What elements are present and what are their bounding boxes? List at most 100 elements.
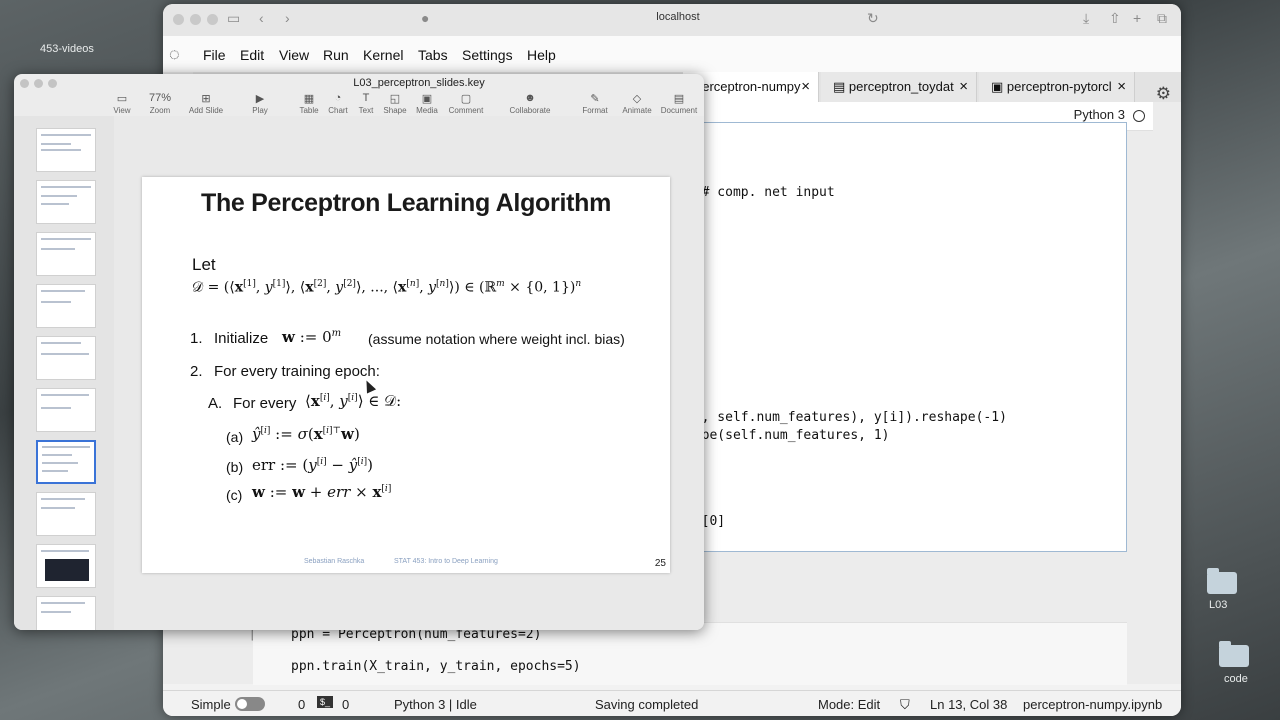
slide-thumbnail[interactable] [36,388,96,432]
notebook-icon: ▤ [833,79,849,94]
zoom-window-button[interactable] [207,14,218,25]
slide-thumbnail[interactable] [36,492,96,536]
tool-label: Comment [448,106,484,115]
browser-toolbar: ▭ ‹ › ● localhost ↻ ⤓ ⇧ + ⧉ [163,4,1181,37]
reload-icon[interactable]: ↻ [867,10,879,27]
init-formula: w := 0m [282,328,342,346]
step1-note: (assume notation where weight incl. bias… [368,331,625,347]
tab-label: perceptron_toydat [848,79,954,94]
dataset-formula: 𝒟 = (⟨x[1], y[1]⟩, ⟨x[2], y[2]⟩, ..., ⟨x… [192,279,582,296]
forward-icon[interactable]: › [285,10,290,26]
kernel-status[interactable]: Python 3 | Idle [394,697,477,712]
tab-perceptron-pytorch[interactable]: ▣ perceptron-pytorcl × [979,72,1135,102]
share-icon[interactable]: ⇧ [1109,10,1121,27]
plus-icon: ⊞ [201,93,211,105]
slide-navigator [14,116,115,630]
slide-page-number: 25 [654,558,666,569]
url-bar[interactable]: localhost [633,11,723,23]
tool-label: Collaborate [509,106,551,115]
slide-thumbnail[interactable] [36,284,96,328]
folder-icon[interactable] [1207,568,1237,594]
slide-thumbnail[interactable] [36,180,96,224]
toolbar-add-slide[interactable]: ⊞ Add Slide [176,92,236,115]
back-icon[interactable]: ‹ [259,10,264,26]
code-line[interactable]: ppn.train(X_train, y_train, epochs=5) [291,659,581,674]
new-tab-icon[interactable]: + [1133,10,1141,26]
step2-text: For every training epoch: [214,363,380,380]
slide-thumbnail[interactable] [36,336,96,380]
sub-b-label: (b) [226,459,244,475]
notebook-icon: ▣ [991,79,1007,94]
collaborate-icon: ☻ [524,92,536,104]
menu-run[interactable]: Run [323,47,349,63]
slide-thumbnail-selected[interactable] [36,440,96,484]
kernels-count: 0 [342,697,350,712]
close-icon[interactable]: × [801,72,810,102]
terminal-icon[interactable]: $_ [317,696,334,708]
stepA-formula: ⟨x[i], y[i]⟩ ∈ 𝒟: [305,392,402,410]
folder-label-l03: L03 [1209,599,1228,611]
download-icon[interactable]: ⤓ [1083,10,1089,27]
sidebar-icon[interactable]: ▭ [227,10,240,27]
jupyter-logo-icon: ◌ [169,44,180,64]
menu-kernel[interactable]: Kernel [363,47,403,63]
menu-edit[interactable]: Edit [240,47,264,63]
keynote-window: L03_perceptron_slides.key ▭ View 77% Zoom … [14,74,704,630]
tool-label: Add Slide [188,106,224,115]
tool-label: Animate [622,106,652,115]
comment-icon: ▢ [460,93,472,105]
close-window-button[interactable] [173,14,184,25]
slide-thumbnail[interactable] [36,128,96,172]
status-bar: Simple 0 $_ 0 Python 3 | Idle Saving com… [163,690,1181,716]
tab-perceptron-toydata[interactable]: ▤ perceptron_toydat × [821,72,977,102]
menu-settings[interactable]: Settings [462,47,513,63]
stepA-text: For every [233,395,297,412]
jupyter-menubar: ◌ File Edit View Run Kernel Tabs Setting… [163,36,1181,72]
tool-label: Format [582,106,608,115]
stepA-number: A. [208,395,223,412]
code-line[interactable]: hape(self.num_features, 1) [686,428,890,443]
menu-file[interactable]: File [203,47,226,63]
slide-thumbnail[interactable] [36,544,96,588]
close-icon[interactable]: × [959,72,968,102]
code-cell[interactable]: ppn = Perceptron(num_features=2) ppn.tra… [253,622,1127,685]
keynote-title: L03_perceptron_slides.key [353,77,485,89]
slide-thumbnail[interactable] [36,596,96,630]
folder-label-code: code [1224,673,1248,685]
trust-icon[interactable]: ⛉ [900,697,910,713]
step1-word: Initialize [214,330,269,347]
tool-label: View [113,106,131,115]
footer-author: Sebastian Raschka [304,558,365,565]
update-formula: w := w + err × x[i] [252,483,392,501]
sub-c-label: (c) [226,487,243,503]
slide[interactable]: The Perceptron Learning Algorithm Let 𝒟 … [142,177,670,573]
folder-icon[interactable] [1219,641,1249,667]
toolbar-document[interactable]: ▤ Document [649,92,704,115]
tab-label: perceptron-pytorcl [1006,79,1112,94]
sub-a-label: (a) [226,429,244,445]
close-icon[interactable]: × [1117,72,1126,102]
minimize-window-button[interactable] [190,14,201,25]
code-line[interactable]: (1, self.num_features), y[i]).reshape(-1… [686,410,1007,425]
menu-view[interactable]: View [279,47,309,63]
tool-label: Document [660,106,698,115]
tab-overview-icon[interactable]: ⧉ [1157,10,1167,27]
menu-tabs[interactable]: Tabs [418,47,448,63]
code-line[interactable]: s # comp. net input [686,185,835,200]
simple-mode-toggle[interactable] [235,697,265,711]
tool-label: Media [416,106,438,115]
tool-label: Play [252,106,268,115]
slide-thumbnail[interactable] [36,232,96,276]
kernel-status-icon [1133,110,1145,122]
slide-title: The Perceptron Learning Algorithm [200,189,612,217]
tool-label: Zoom [149,106,171,115]
slide-let: Let [192,255,216,274]
toolbar-comment[interactable]: ▢ Comment [436,92,496,115]
cursor-position[interactable]: Ln 13, Col 38 [930,697,1007,712]
edit-mode: Mode: Edit [818,697,881,712]
gear-icon[interactable]: ⚙ [1156,84,1171,104]
kernel-name[interactable]: Python 3 [1074,107,1125,122]
toolbar-collaborate[interactable]: ☻ Collaborate [500,92,560,115]
tab-label: perceptron-numpy [695,79,801,94]
menu-help[interactable]: Help [527,47,556,63]
